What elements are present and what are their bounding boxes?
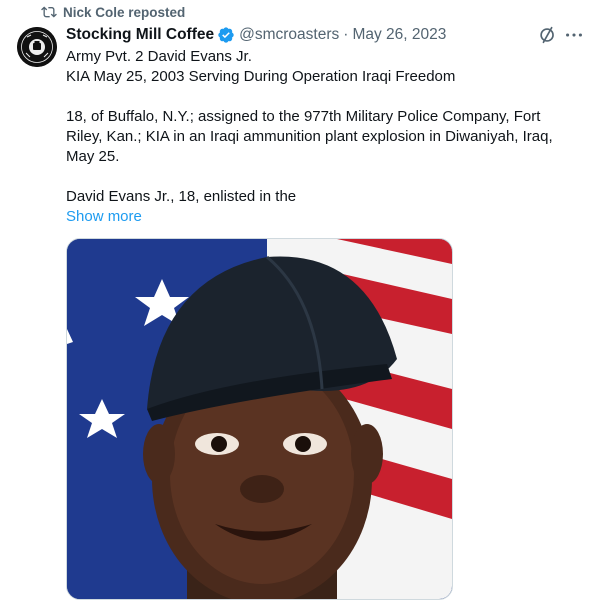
handle[interactable]: @smcroasters	[239, 26, 339, 44]
timestamp[interactable]: May 26, 2023	[352, 26, 446, 44]
tweet-card[interactable]: Nick Cole reposted Stocking Mill Coffee …	[0, 0, 594, 600]
display-name[interactable]: Stocking Mill Coffee	[66, 26, 214, 44]
tweet-header: Stocking Mill Coffee @smcroasters · May …	[66, 24, 594, 46]
tweet-line-1: Army Pvt. 2 David Evans Jr.	[66, 48, 252, 65]
verified-badge-icon[interactable]	[217, 26, 235, 44]
avatar[interactable]	[17, 27, 57, 67]
repost-label: Nick Cole reposted	[63, 4, 186, 20]
tweet-paragraph-3: David Evans Jr., 18, enlisted in the	[66, 188, 297, 205]
more-icon[interactable]	[563, 24, 585, 46]
tweet-line-2: KIA May 25, 2003 Serving During Operatio…	[66, 68, 456, 85]
soldier-portrait-image	[67, 239, 452, 599]
repost-icon	[41, 6, 57, 18]
tweet-text: Army Pvt. 2 David Evans Jr. KIA May 25, …	[66, 47, 576, 207]
repost-indicator[interactable]: Nick Cole reposted	[41, 3, 185, 21]
grok-icon[interactable]	[537, 24, 559, 46]
show-more-link[interactable]: Show more	[66, 207, 142, 227]
tweet-paragraph-2: 18, of Buffalo, N.Y.; assigned to the 97…	[66, 108, 553, 165]
separator-dot: ·	[343, 26, 349, 43]
tweet-photo[interactable]	[66, 238, 453, 600]
